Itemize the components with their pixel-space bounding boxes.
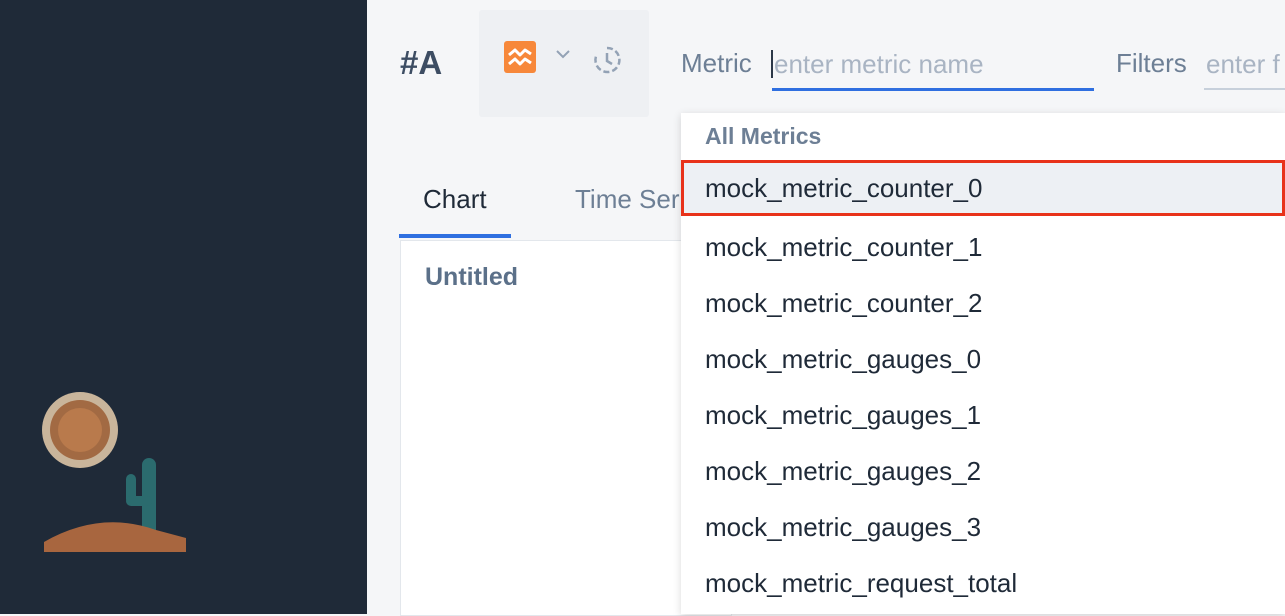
tab-chart[interactable]: Chart [399, 182, 511, 238]
clock-icon[interactable] [592, 45, 622, 75]
metric-option[interactable]: mock_metric_counter_2 [681, 275, 1285, 331]
text-cursor [771, 50, 773, 78]
query-label: #A [400, 44, 443, 81]
view-tabs: Chart Time Ser [399, 160, 699, 238]
empty-state-illustration [42, 392, 186, 552]
metric-option[interactable]: mock_metric_counter_1 [681, 219, 1285, 275]
visualization-toolbar [479, 10, 649, 117]
metric-option[interactable]: mock_metric_gauges_3 [681, 499, 1285, 555]
line-chart-icon[interactable] [504, 41, 536, 73]
filters-label: Filters [1116, 48, 1187, 78]
panel-title[interactable]: Untitled [425, 263, 518, 292]
metric-option[interactable]: mock_metric_counter_0 [681, 160, 1285, 216]
metric-option[interactable]: mock_metric_gauges_1 [681, 387, 1285, 443]
metric-label: Metric [681, 48, 752, 78]
chevron-down-icon[interactable] [555, 48, 571, 60]
filters-input[interactable] [1204, 40, 1285, 90]
sidebar [0, 0, 367, 614]
metric-option[interactable]: mock_metric_request_total [681, 555, 1285, 611]
dropdown-header: All Metrics [705, 123, 822, 149]
metric-dropdown: All Metrics mock_metric_counter_0 mock_m… [681, 113, 1285, 614]
metric-option[interactable]: mock_metric_gauges_2 [681, 443, 1285, 499]
metric-input[interactable] [772, 40, 1094, 91]
metric-option[interactable]: mock_metric_gauges_0 [681, 331, 1285, 387]
